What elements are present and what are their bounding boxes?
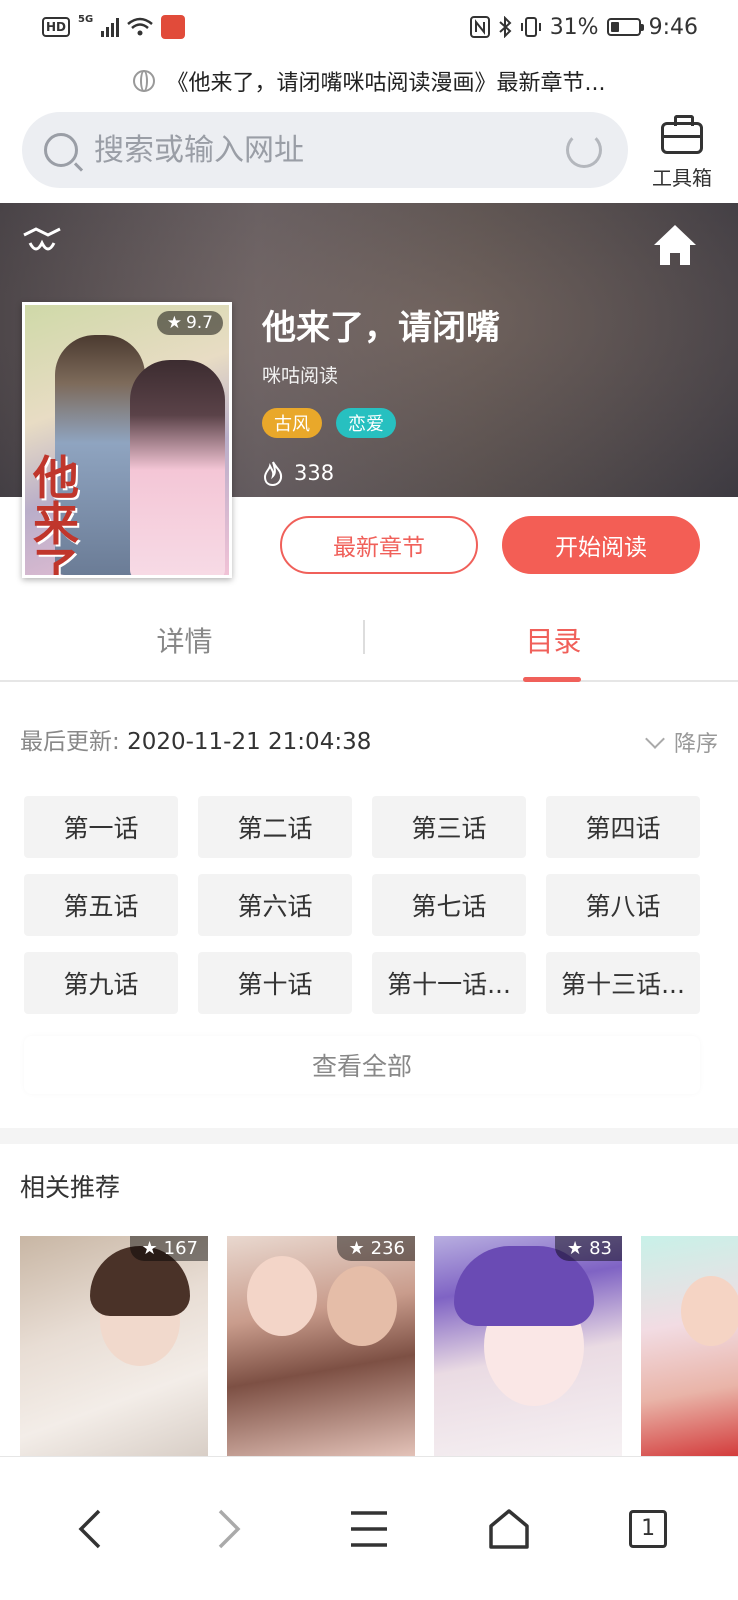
- tab-details[interactable]: 详情: [0, 600, 369, 680]
- chapter-item[interactable]: 第十三话...: [546, 952, 700, 1014]
- tab-bar: 详情 目录: [0, 600, 738, 682]
- chapter-item[interactable]: 第七话: [372, 874, 526, 936]
- flame-icon: [263, 461, 283, 486]
- recommend-title: 相关推荐: [20, 1173, 121, 1202]
- recommend-item[interactable]: [641, 1236, 738, 1456]
- comic-cover[interactable]: 他来了 ★ 9.7: [22, 302, 232, 578]
- rating-badge: ★ 9.7: [156, 311, 223, 335]
- toolbox-icon: [661, 115, 703, 154]
- menu-icon: [350, 1510, 387, 1547]
- recommend-list: ★ 167 ★ 236 ★ 83: [20, 1236, 738, 1456]
- chapter-item[interactable]: 第六话: [198, 874, 352, 936]
- signal-icon: [101, 17, 120, 37]
- nfc-icon: [469, 16, 490, 38]
- star-icon: ★: [348, 1238, 365, 1259]
- clock: 9:46: [648, 14, 698, 40]
- start-reading-button[interactable]: 开始阅读: [502, 516, 700, 574]
- recommend-item[interactable]: ★ 167: [20, 1236, 208, 1456]
- tag-list: 古风 恋爱: [262, 408, 500, 438]
- bluetooth-icon: [499, 16, 512, 38]
- wifi-icon: [127, 17, 153, 36]
- section-divider: [0, 1128, 738, 1144]
- score-badge: ★ 167: [129, 1236, 208, 1261]
- comic-source: 咪咕阅读: [262, 365, 339, 387]
- heat-count: 338: [262, 460, 500, 486]
- view-all-button[interactable]: 查看全部: [24, 1036, 700, 1094]
- star-icon: ★: [166, 313, 182, 333]
- chapter-item[interactable]: 第九话: [24, 952, 178, 1014]
- refresh-icon[interactable]: [566, 132, 602, 168]
- search-bar[interactable]: [22, 112, 628, 188]
- rating-value: 9.7: [185, 313, 213, 333]
- status-left: HD 5G: [42, 13, 186, 39]
- vibrate-icon: [520, 17, 541, 37]
- chevron-left-icon: [78, 1509, 101, 1548]
- battery-percent: 31%: [549, 14, 599, 40]
- chapter-item[interactable]: 第十一话...: [372, 952, 526, 1014]
- home-button[interactable]: [469, 1489, 549, 1569]
- tag-gufeng[interactable]: 古风: [262, 408, 322, 438]
- last-update: 最后更新: 2020-11-21 21:04:38: [20, 722, 371, 756]
- chapter-item[interactable]: 第二话: [198, 796, 352, 858]
- chevron-down-icon: [645, 729, 665, 749]
- search-input[interactable]: [94, 132, 534, 168]
- toolbox-button[interactable]: 工具箱: [646, 112, 718, 192]
- chapter-item[interactable]: 第五话: [24, 874, 178, 936]
- recommend-item[interactable]: ★ 83: [434, 1236, 622, 1456]
- tab-catalog[interactable]: 目录: [369, 600, 738, 682]
- score-badge: ★ 83: [554, 1236, 622, 1261]
- home-outline-icon: [488, 1508, 529, 1549]
- page-title-bar[interactable]: 《他来了，请闭嘴咪咕阅读漫画》最新章节...: [0, 62, 738, 100]
- chapter-grid: 第一话 第二话 第三话 第四话 第五话 第六话 第七话 第八话 第九话 第十话 …: [24, 796, 700, 1014]
- score-badge: ★ 236: [336, 1236, 415, 1261]
- cover-title: 他来了: [33, 451, 79, 578]
- menu-button[interactable]: [329, 1489, 409, 1569]
- chapter-item[interactable]: 第八话: [546, 874, 700, 936]
- latest-chapter-button[interactable]: 最新章节: [280, 516, 478, 574]
- update-label: 最后更新:: [20, 729, 120, 755]
- battery-icon: [606, 18, 644, 36]
- tab-count: 1: [641, 1516, 656, 1541]
- status-right: 31% 9:46: [469, 14, 698, 40]
- comic-title: 他来了，请闭嘴: [262, 308, 500, 348]
- sort-order-label: 降序: [673, 732, 718, 757]
- star-icon: ★: [141, 1238, 158, 1259]
- chapter-item[interactable]: 第四话: [546, 796, 700, 858]
- network-type: 5G: [78, 13, 94, 25]
- chapter-item[interactable]: 第一话: [24, 796, 178, 858]
- bottom-nav: 1: [0, 1456, 738, 1600]
- heat-value: 338: [294, 461, 335, 485]
- update-time: 2020-11-21 21:04:38: [127, 729, 372, 755]
- chapter-item[interactable]: 第十话: [198, 952, 352, 1014]
- home-icon[interactable]: [652, 223, 698, 267]
- tab-divider: [363, 620, 365, 654]
- status-bar: HD 5G 31% 9:46: [0, 0, 738, 54]
- recommend-item[interactable]: ★ 236: [227, 1236, 415, 1456]
- comic-info: 他来了，请闭嘴 咪咕阅读 古风 恋爱 338: [262, 300, 500, 486]
- forward-button[interactable]: [189, 1489, 269, 1569]
- globe-icon: [132, 70, 155, 92]
- sort-order-toggle[interactable]: 降序: [645, 726, 718, 758]
- app-notification-icon: [161, 15, 186, 39]
- chapter-item[interactable]: 第三话: [372, 796, 526, 858]
- toolbox-label: 工具箱: [652, 166, 712, 190]
- tab-count-icon: 1: [629, 1509, 668, 1548]
- star-icon: ★: [566, 1238, 584, 1259]
- tag-lianai[interactable]: 恋爱: [336, 408, 396, 438]
- tabs-button[interactable]: 1: [608, 1489, 688, 1569]
- search-icon: [44, 133, 78, 167]
- back-icon[interactable]: [20, 225, 66, 261]
- page-title: 《他来了，请闭嘴咪咕阅读漫画》最新章节...: [166, 71, 606, 96]
- back-button[interactable]: [50, 1489, 130, 1569]
- hd-icon: HD: [42, 17, 71, 37]
- chevron-right-icon: [219, 1509, 241, 1548]
